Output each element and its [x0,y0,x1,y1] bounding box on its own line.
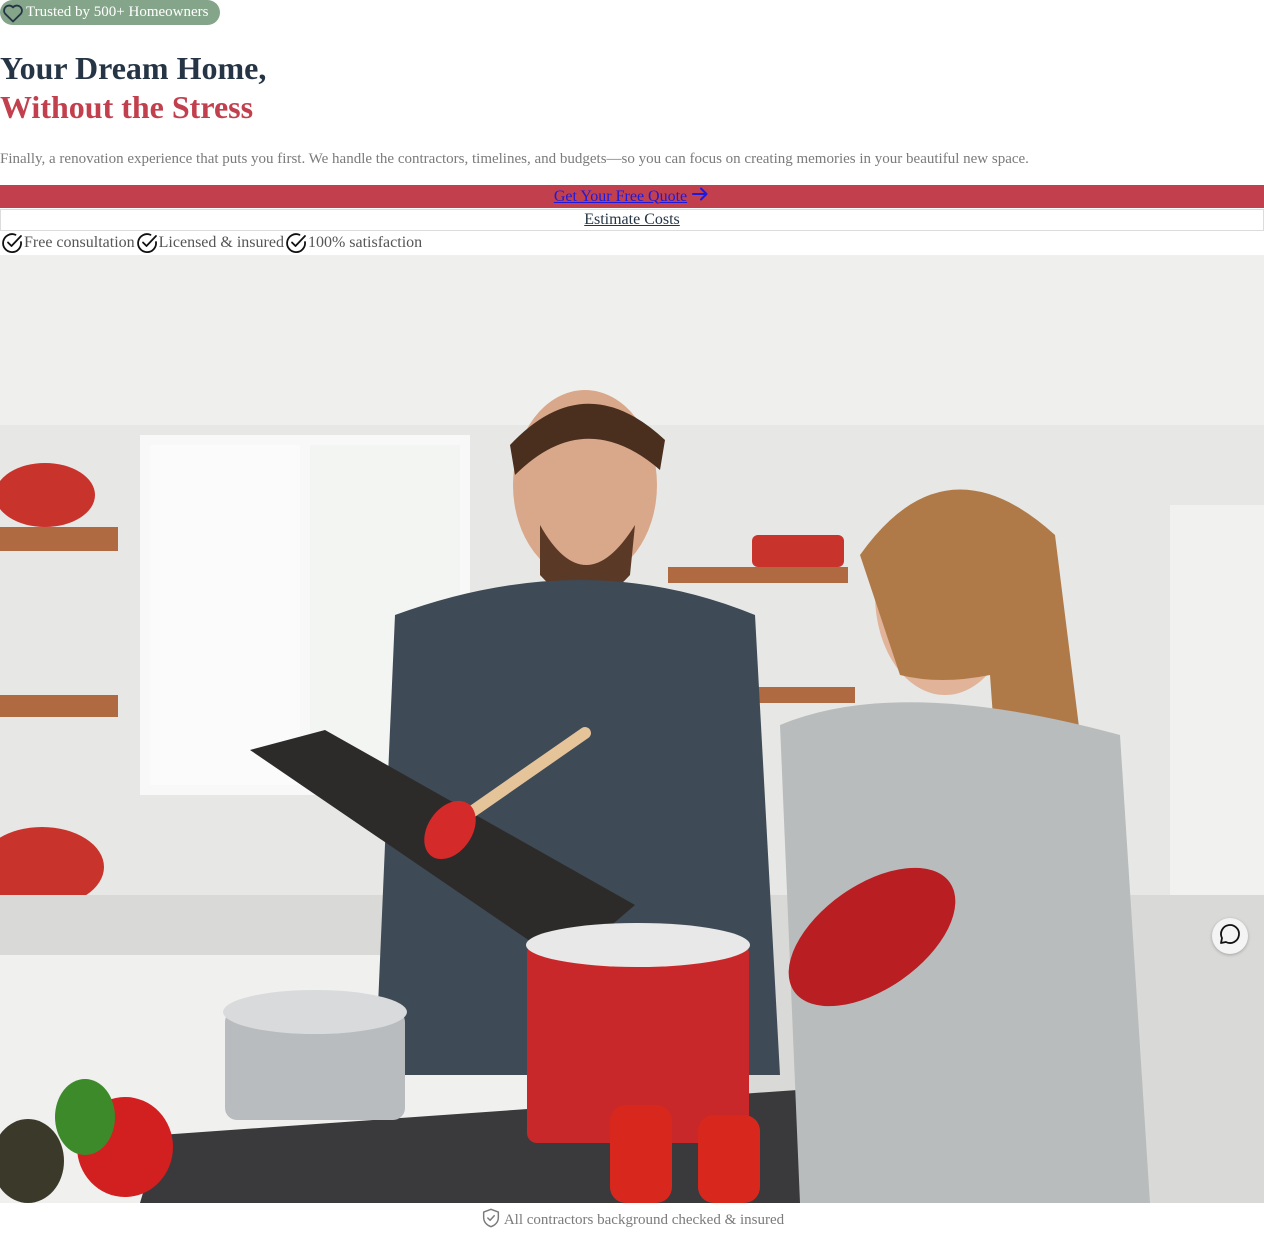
feature-item: Free consultation [0,231,135,255]
get-free-quote-link[interactable]: Get Your Free Quote [554,188,687,206]
shield-check-icon [480,1207,502,1233]
trust-badge-text: Trusted by 500+ Homeowners [26,4,209,20]
arrow-right-icon[interactable] [690,184,710,209]
contractor-assurance-note: All contractors background checked & ins… [0,1207,1264,1233]
get-free-quote-button[interactable]: Get Your Free Quote [0,185,1264,208]
feature-label: Licensed & insured [158,233,284,251]
trust-badge: Trusted by 500+ Homeowners [0,0,220,25]
feature-item: Licensed & insured [135,231,284,255]
hero-title-line2: Without the Stress [0,89,254,125]
contractor-assurance-text: All contractors background checked & ins… [503,1211,785,1228]
hero-subtitle: Finally, a renovation experience that pu… [0,151,1029,167]
chat-bubble-icon[interactable] [1218,922,1242,951]
heart-icon [1,1,25,25]
kitchen-scene-illustration [0,255,1264,1203]
feature-list: Free consultation Licensed & insured 100… [0,230,422,255]
check-circle-icon [0,231,24,255]
hero-title: Your Dream Home, Without the Stress [0,49,266,127]
feature-item: 100% satisfaction [284,231,422,255]
estimate-costs-button[interactable]: Estimate Costs [0,209,1264,231]
check-circle-icon [284,231,308,255]
feature-label: 100% satisfaction [307,233,423,251]
landing-page: Trusted by 500+ Homeowners Your Dream Ho… [0,0,1264,1233]
hero-image [0,255,1264,1203]
hero-title-line1: Your Dream Home, [0,50,267,86]
check-circle-icon [135,231,159,255]
chat-button[interactable] [1212,918,1248,954]
feature-label: Free consultation [24,233,135,251]
estimate-costs-link[interactable]: Estimate Costs [584,211,680,229]
